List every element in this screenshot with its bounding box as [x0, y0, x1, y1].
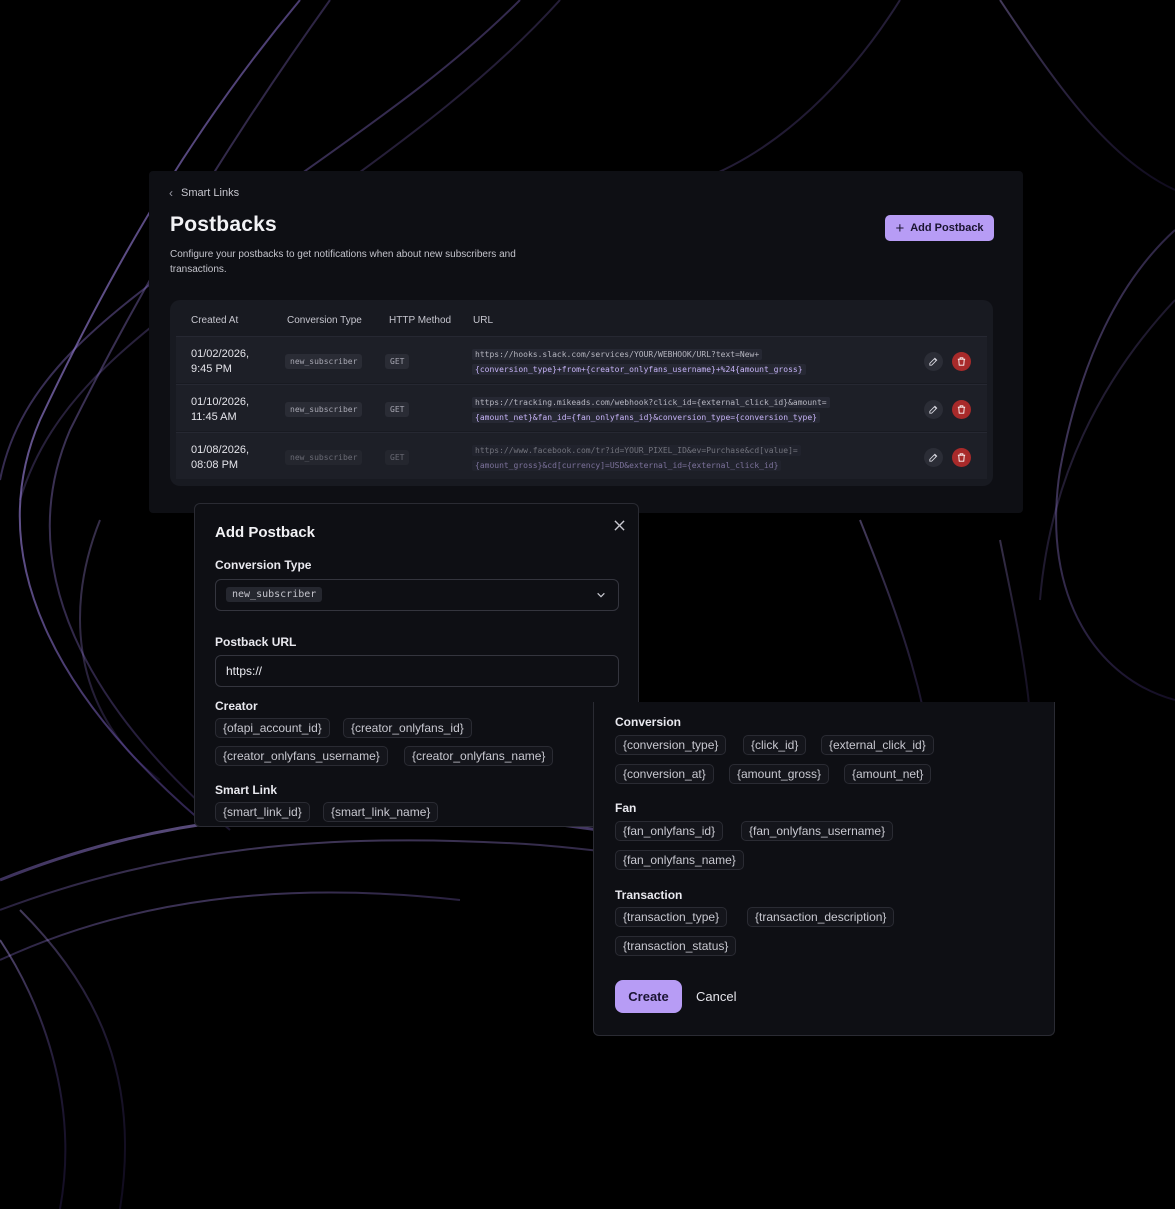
modal-title: Add Postback	[215, 524, 316, 541]
created-at-cell: 01/10/2026, 11:45 AM	[191, 396, 250, 423]
variable-chip[interactable]: {amount_gross}	[729, 764, 830, 784]
variable-chip[interactable]: {fan_onlyfans_name}	[615, 850, 744, 870]
http-method-badge: GET	[385, 450, 410, 465]
url-cell: https://hooks.slack.com/services/YOUR/WE…	[472, 347, 892, 377]
delete-button[interactable]	[952, 448, 971, 467]
variable-chip[interactable]: {conversion_type}	[615, 735, 727, 755]
pencil-icon	[929, 405, 938, 414]
variable-chip[interactable]: {fan_onlyfans_username}	[741, 821, 894, 841]
created-at-cell: 01/02/2026, 9:45 PM	[191, 348, 250, 375]
variable-chip[interactable]: {creator_onlyfans_username}	[215, 746, 388, 766]
conversion-type-select[interactable]: new_subscriber	[215, 579, 619, 611]
table-row: 01/10/2026, 11:45 AM new_subscriber GET …	[176, 384, 987, 431]
close-icon	[613, 519, 625, 531]
add-postback-modal: Add Postback Conversion Type new_subscri…	[194, 503, 639, 827]
transaction-label: Transaction	[615, 888, 683, 902]
delete-button[interactable]	[952, 400, 971, 419]
url-cell: https://www.facebook.com/tr?id=YOUR_PIXE…	[472, 443, 892, 473]
page-description: Configure your postbacks to get notifica…	[170, 249, 516, 275]
header-conversion-type: Conversion Type	[287, 315, 362, 326]
postback-url-input[interactable]	[215, 655, 619, 687]
variable-chip[interactable]: {transaction_status}	[615, 936, 737, 956]
variable-chip[interactable]: {amount_net}	[844, 764, 932, 784]
fan-label: Fan	[615, 801, 637, 815]
header-http-method: HTTP Method	[389, 315, 452, 326]
conversion-label: Conversion	[615, 715, 682, 729]
table-row: 01/08/2026, 08:08 PM new_subscriber GET …	[176, 432, 987, 479]
conversion-type-badge: new_subscriber	[285, 402, 363, 417]
trash-icon	[957, 453, 966, 462]
variable-chip[interactable]: {ofapi_account_id}	[215, 718, 330, 738]
breadcrumb-label: Smart Links	[181, 187, 240, 199]
variable-chip[interactable]: {click_id}	[743, 735, 807, 755]
close-button[interactable]	[611, 517, 627, 533]
conversion-type-label: Conversion Type	[215, 558, 312, 572]
conversion-type-badge: new_subscriber	[285, 450, 363, 465]
edit-button[interactable]	[924, 352, 943, 371]
smart-link-label: Smart Link	[215, 783, 278, 797]
variable-chip[interactable]: {transaction_description}	[747, 907, 895, 927]
pencil-icon	[929, 453, 938, 462]
postbacks-table: Created At Conversion Type HTTP Method U…	[170, 300, 993, 486]
variable-chip[interactable]: {creator_onlyfans_id}	[343, 718, 472, 738]
chevron-down-icon	[597, 592, 605, 598]
plus-icon: +	[895, 219, 905, 237]
trash-icon	[957, 357, 966, 366]
header-created-at: Created At	[191, 315, 239, 326]
creator-label: Creator	[215, 699, 258, 713]
url-cell: https://tracking.mikeads.com/webhook?cli…	[472, 395, 892, 425]
create-button[interactable]: Create	[615, 980, 682, 1013]
edit-button[interactable]	[924, 448, 943, 467]
postback-url-label: Postback URL	[215, 635, 297, 649]
pencil-icon	[929, 357, 938, 366]
variable-chip[interactable]: {fan_onlyfans_id}	[615, 821, 724, 841]
variable-chip[interactable]: {external_click_id}	[821, 735, 934, 755]
http-method-badge: GET	[385, 354, 410, 369]
edit-button[interactable]	[924, 400, 943, 419]
variable-chip[interactable]: {transaction_type}	[615, 907, 728, 927]
conversion-type-badge: new_subscriber	[285, 354, 363, 369]
trash-icon	[957, 405, 966, 414]
variable-chip[interactable]: {creator_onlyfans_name}	[404, 746, 554, 766]
delete-button[interactable]	[952, 352, 971, 371]
chevron-left-icon: ‹	[169, 186, 173, 200]
variable-chip[interactable]: {smart_link_name}	[323, 802, 439, 822]
created-at-cell: 01/08/2026, 08:08 PM	[191, 444, 250, 471]
breadcrumb[interactable]: ‹ Smart Links	[169, 186, 239, 200]
postbacks-panel: ‹ Smart Links Postbacks Configure your p…	[149, 171, 1023, 513]
add-postback-button[interactable]: + Add Postback	[885, 215, 994, 241]
page-title: Postbacks	[170, 213, 277, 236]
http-method-badge: GET	[385, 402, 410, 417]
table-row: 01/02/2026, 9:45 PM new_subscriber GET h…	[176, 336, 987, 383]
variables-panel: Conversion {conversion_type} {click_id} …	[593, 702, 1055, 1036]
cancel-button[interactable]: Cancel	[696, 980, 736, 1013]
variable-chip[interactable]: {conversion_at}	[615, 764, 714, 784]
table-header: Created At Conversion Type HTTP Method U…	[170, 300, 993, 337]
add-postback-label: Add Postback	[910, 222, 984, 234]
conversion-type-value: new_subscriber	[226, 587, 323, 602]
header-url: URL	[473, 315, 494, 326]
variable-chip[interactable]: {smart_link_id}	[215, 802, 310, 822]
